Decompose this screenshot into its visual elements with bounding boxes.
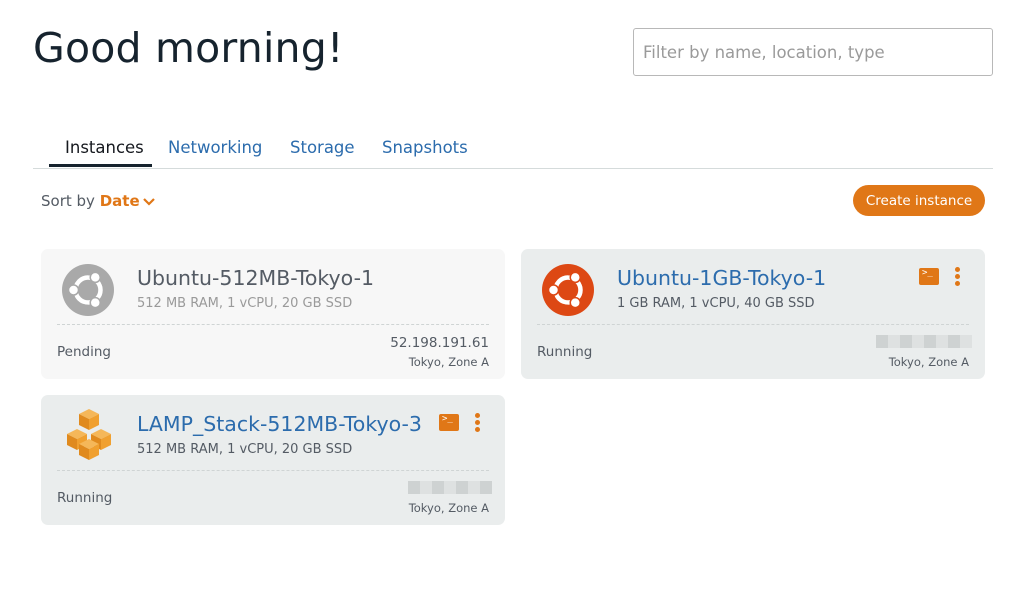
instance-ip: 52.198.191.61 (390, 335, 489, 351)
instance-spec: 512 MB RAM, 1 vCPU, 20 GB SSD (137, 296, 353, 311)
instance-zone: Tokyo, Zone A (888, 355, 969, 369)
tab-networking[interactable]: Networking (168, 138, 262, 157)
instance-status: Running (537, 344, 593, 360)
tab-snapshots[interactable]: Snapshots (382, 138, 468, 157)
ubuntu-icon (61, 263, 115, 317)
more-options-icon[interactable] (472, 413, 482, 435)
filter-input[interactable] (633, 28, 993, 76)
instance-name: Ubuntu-512MB-Tokyo-1 (137, 266, 375, 290)
instance-zone: Tokyo, Zone A (408, 355, 489, 369)
terminal-icon[interactable]: >_ (439, 414, 459, 431)
sort-dropdown[interactable]: Date (100, 192, 156, 210)
tab-instances[interactable]: Instances (65, 138, 144, 157)
instance-card: Ubuntu-1GB-Tokyo-1 1 GB RAM, 1 vCPU, 40 … (521, 249, 985, 379)
tab-bar: Instances Networking Storage Snapshots (33, 130, 993, 169)
tab-storage[interactable]: Storage (290, 138, 355, 157)
instance-zone: Tokyo, Zone A (408, 501, 489, 515)
lamp-stack-icon (59, 407, 119, 463)
instance-card: Ubuntu-512MB-Tokyo-1 512 MB RAM, 1 vCPU,… (41, 249, 505, 379)
instance-status: Running (57, 490, 113, 506)
sort-label: Sort by (41, 192, 95, 210)
instance-card: LAMP_Stack-512MB-Tokyo-3 512 MB RAM, 1 v… (41, 395, 505, 525)
more-options-icon[interactable] (952, 267, 962, 289)
sort-value: Date (99, 192, 140, 210)
instance-name-link[interactable]: LAMP_Stack-512MB-Tokyo-3 (137, 412, 422, 436)
card-divider (57, 470, 489, 471)
terminal-icon[interactable]: >_ (919, 268, 939, 285)
instance-spec: 512 MB RAM, 1 vCPU, 20 GB SSD (137, 442, 353, 457)
card-divider (537, 324, 969, 325)
instance-spec: 1 GB RAM, 1 vCPU, 40 GB SSD (617, 296, 815, 311)
redacted-ip (408, 481, 492, 494)
active-tab-indicator (49, 164, 152, 167)
redacted-ip (876, 335, 972, 348)
chevron-down-icon (142, 193, 156, 211)
instance-name-link[interactable]: Ubuntu-1GB-Tokyo-1 (617, 266, 826, 290)
create-instance-button[interactable]: Create instance (853, 185, 985, 216)
sort-control: Sort by Date (41, 192, 156, 211)
instance-status: Pending (57, 344, 111, 360)
card-divider (57, 324, 489, 325)
page-greeting: Good morning! (33, 24, 344, 72)
ubuntu-icon (541, 263, 595, 317)
